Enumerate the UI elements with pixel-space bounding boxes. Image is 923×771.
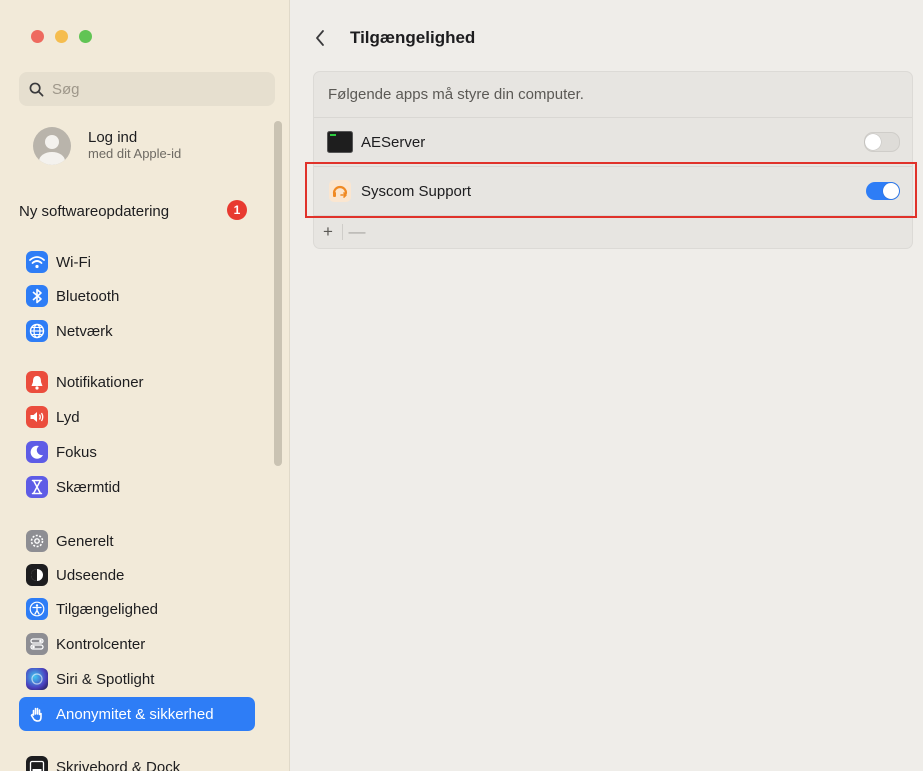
sidebar-item-notifications[interactable]: Notifikationer <box>19 365 255 399</box>
sidebar-item-label: Lyd <box>56 408 80 426</box>
sidebar-item-label: Netværk <box>56 322 113 340</box>
avatar-icon <box>33 127 71 165</box>
sidebar-item-label: Skærmtid <box>56 478 121 496</box>
hand-icon <box>26 703 48 725</box>
sidebar-item-label: Skrivebord & Dock <box>56 758 181 771</box>
sidebar-item-privacy-security[interactable]: Anonymitet & sikkerhed <box>19 697 255 731</box>
wifi-icon <box>26 251 48 273</box>
minimize-window-button[interactable] <box>55 30 68 43</box>
globe-icon <box>26 320 48 342</box>
sidebar-item-label: Wi-Fi <box>56 253 91 271</box>
aeserver-toggle[interactable] <box>864 132 900 152</box>
accessibility-icon <box>26 598 48 620</box>
sidebar-item-label: Kontrolcenter <box>56 635 146 653</box>
sidebar-item-label: Fokus <box>56 443 97 461</box>
search-icon <box>29 82 44 96</box>
toggle-knob <box>883 183 899 199</box>
sidebar: Log ind med dit Apple-id Ny softwareopda… <box>0 0 290 771</box>
software-update-item[interactable]: Ny softwareopdatering 1 <box>19 200 259 222</box>
sidebar-item-accessibility[interactable]: Tilgængelighed <box>19 592 255 626</box>
dock-icon <box>26 756 48 771</box>
add-button[interactable]: + <box>314 222 342 242</box>
sidebar-item-sound[interactable]: Lyd <box>19 400 255 434</box>
remove-button[interactable]: — <box>343 222 371 242</box>
apple-id-login[interactable]: Log ind med dit Apple-id <box>33 127 181 165</box>
search-field[interactable] <box>19 72 275 106</box>
speaker-icon <box>26 406 48 428</box>
gear-icon <box>26 530 48 552</box>
account-title: Log ind <box>88 129 138 146</box>
back-chevron-icon[interactable] <box>314 29 326 47</box>
hourglass-icon <box>26 476 48 498</box>
siri-icon <box>26 668 48 690</box>
list-header-text: Følgende apps må styre din computer. <box>328 86 584 103</box>
app-name: Syscom Support <box>361 182 472 200</box>
page-title: Tilgængelighed <box>350 28 476 47</box>
sidebar-item-general[interactable]: Generelt <box>19 524 255 558</box>
close-window-button[interactable] <box>31 30 44 43</box>
toggle-knob <box>865 134 881 150</box>
sidebar-item-label: Generelt <box>56 532 114 550</box>
sidebar-item-desktop-dock[interactable]: Skrivebord & Dock <box>19 750 255 771</box>
sidebar-item-label: Bluetooth <box>56 287 120 305</box>
sidebar-item-bluetooth[interactable]: Bluetooth <box>19 279 255 313</box>
update-badge: 1 <box>227 200 247 220</box>
control-center-icon <box>26 633 48 655</box>
system-settings-window: Log ind med dit Apple-id Ny softwareopda… <box>0 0 923 771</box>
sidebar-item-label: Notifikationer <box>56 373 144 391</box>
sidebar-item-network[interactable]: Netværk <box>19 314 255 348</box>
app-name: AEServer <box>361 133 426 151</box>
syscom-support-icon <box>327 180 353 202</box>
syscom-support-toggle[interactable] <box>866 182 900 200</box>
software-update-label: Ny softwareopdatering <box>19 202 170 220</box>
sidebar-item-appearance[interactable]: Udseende <box>19 558 255 592</box>
sidebar-item-label: Udseende <box>56 566 125 584</box>
account-subtitle: med dit Apple-id <box>88 146 182 161</box>
bell-icon <box>26 371 48 393</box>
list-footer: + — <box>314 216 912 248</box>
sidebar-item-control-center[interactable]: Kontrolcenter <box>19 627 255 661</box>
appearance-icon <box>26 564 48 586</box>
sidebar-item-label: Anonymitet & sikkerhed <box>56 705 214 723</box>
list-item: AEServer <box>314 118 912 167</box>
terminal-icon <box>327 131 353 153</box>
sidebar-item-focus[interactable]: Fokus <box>19 435 255 469</box>
sidebar-item-wifi[interactable]: Wi-Fi <box>19 245 255 279</box>
moon-icon <box>26 441 48 463</box>
accessibility-apps-list: Følgende apps må styre din computer. AES… <box>313 71 913 249</box>
list-item: Syscom Support <box>314 167 912 216</box>
list-header: Følgende apps må styre din computer. <box>314 72 912 118</box>
zoom-window-button[interactable] <box>79 30 92 43</box>
sidebar-item-label: Siri & Spotlight <box>56 670 155 688</box>
sidebar-scrollbar[interactable] <box>274 121 282 466</box>
sidebar-item-siri-spotlight[interactable]: Siri & Spotlight <box>19 662 255 696</box>
search-input[interactable] <box>50 79 254 99</box>
main-content: Tilgængelighed Følgende apps må styre di… <box>290 0 923 771</box>
sidebar-item-label: Tilgængelighed <box>56 600 159 618</box>
sidebar-item-screen-time[interactable]: Skærmtid <box>19 470 255 504</box>
bluetooth-icon <box>26 285 48 307</box>
